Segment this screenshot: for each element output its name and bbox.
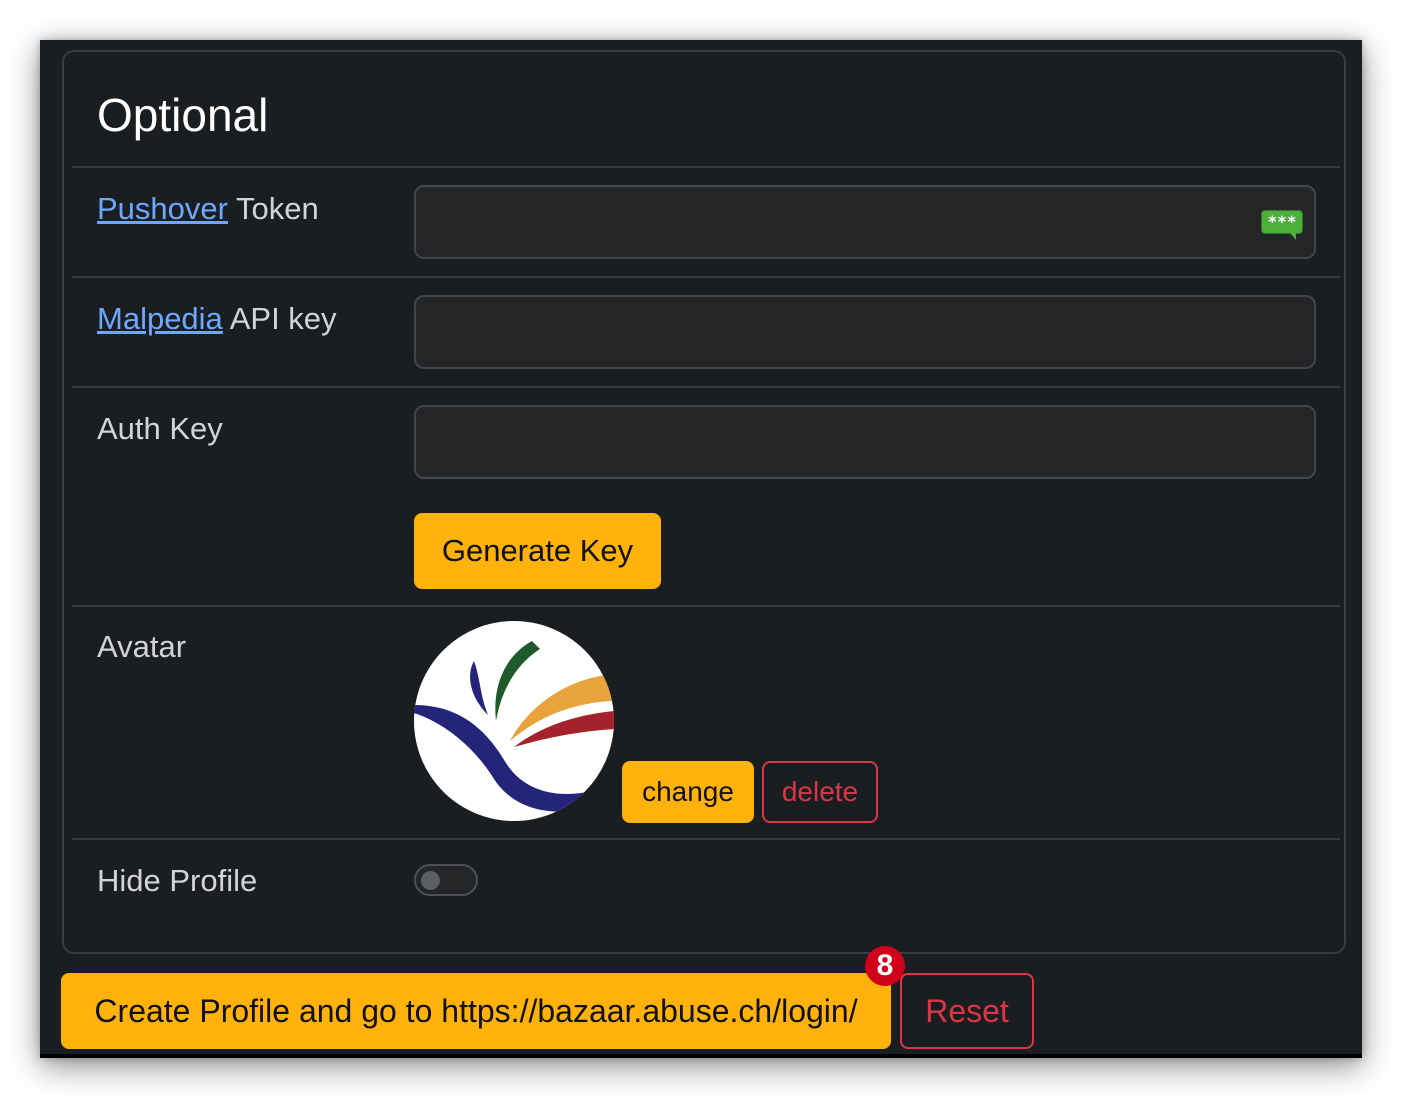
window-bottom-edge [40,1054,1362,1058]
create-profile-button[interactable]: Create Profile and go to https://bazaar.… [61,973,891,1049]
auth-key-input[interactable] [414,405,1316,479]
reset-button[interactable]: Reset [900,973,1034,1049]
hide-profile-label: Hide Profile [97,863,258,898]
divider [72,838,1340,840]
delete-avatar-button[interactable]: delete [762,761,878,823]
generate-key-button[interactable]: Generate Key [414,513,661,589]
toggle-knob [421,871,440,890]
divider [72,605,1340,607]
pushover-link[interactable]: Pushover [97,191,228,226]
malpedia-label-text: API key [222,301,337,336]
hide-profile-toggle[interactable] [414,864,478,896]
pushover-token-input[interactable] [414,185,1316,259]
section-title: Optional [97,89,269,141]
divider [72,386,1340,388]
change-avatar-button[interactable]: change [622,761,754,823]
divider [72,276,1340,278]
malpedia-link[interactable]: Malpedia [97,301,223,336]
notification-badge: 8 [865,946,905,986]
pushover-label-text: Token [227,191,319,226]
avatar [414,621,614,821]
browser-window: Optional Pushover Token *** Malpedia API… [40,40,1362,1058]
malpedia-api-key-input[interactable] [414,295,1316,369]
optional-section-card: Optional Pushover Token *** Malpedia API… [62,50,1346,954]
malpedia-logo-icon [414,641,614,812]
password-manager-icon[interactable]: *** [1261,210,1303,240]
auth-key-label: Auth Key [97,411,223,446]
pushover-token-label: Pushover Token [97,191,319,227]
avatar-label: Avatar [97,629,187,664]
malpedia-api-key-label: Malpedia API key [97,301,337,337]
divider [72,166,1340,168]
